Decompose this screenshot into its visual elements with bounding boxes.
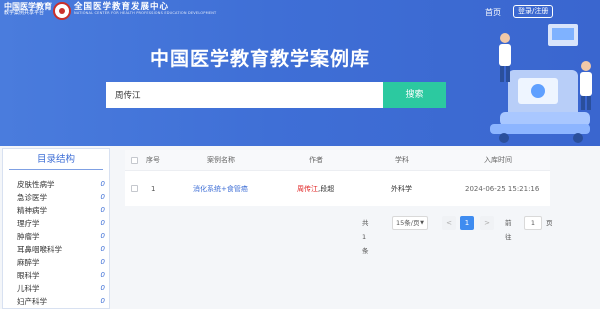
- sidebar-item-ent[interactable]: 耳鼻咽喉科学 0: [3, 243, 109, 256]
- page-size-value: 15条/页: [396, 219, 420, 227]
- sidebar-item-label: 耳鼻咽喉科学: [17, 245, 62, 254]
- sidebar-item-psychiatry[interactable]: 精神病学 0: [3, 204, 109, 217]
- sidebar-item-label: 皮肤性病学: [17, 180, 55, 189]
- sidebar-item-emergency[interactable]: 急诊医学 0: [3, 191, 109, 204]
- search-bar: 搜索: [106, 82, 446, 108]
- sidebar-item-ophthalmology[interactable]: 眼科学 0: [3, 269, 109, 282]
- sidebar-item-obstetrics[interactable]: 妇产科学 0: [3, 295, 109, 308]
- category-list: 皮肤性病学 0 急诊医学 0 精神病学 0 理疗学 0 肿瘤学 0 耳鼻咽喉科学 0 麻醉学…: [3, 170, 109, 308]
- header-banner: 中国医学教育 教学案例共享平台 全国医学教育发展中心 NATIONAL CENT…: [0, 0, 600, 146]
- sidebar-item-label: 理疗学: [17, 219, 40, 228]
- sidebar-item-count: 0: [100, 219, 105, 227]
- hero-title: 中国医学教育教学案例库: [149, 48, 370, 70]
- center-logo-subtitle: NATIONAL CENTER FOR HEALTH PROFESSIONS E…: [74, 11, 217, 16]
- sidebar-item-count: 0: [100, 258, 105, 266]
- platform-logo[interactable]: 中国医学教育 教学案例共享平台: [4, 2, 52, 17]
- select-all-checkbox[interactable]: [131, 156, 138, 164]
- search-button[interactable]: 搜索: [383, 82, 446, 108]
- sidebar-item-label: 急诊医学: [17, 193, 47, 202]
- category-sidebar: 目录结构 皮肤性病学 0 急诊医学 0 精神病学 0 理疗学 0 肿瘤学 0 耳鼻咽喉科学…: [2, 148, 110, 309]
- sidebar-item-dermatology[interactable]: 皮肤性病学 0: [3, 178, 109, 191]
- table-header: 序号 案例名称 作者 学科 入库时间: [125, 150, 550, 171]
- row-checkbox[interactable]: [131, 185, 138, 192]
- chevron-down-icon: ▼: [420, 220, 424, 226]
- row-index: 1: [151, 184, 156, 193]
- header-name[interactable]: 案例名称: [207, 150, 235, 170]
- next-page-button[interactable]: >: [480, 216, 494, 230]
- page-number-button[interactable]: 1: [460, 216, 474, 230]
- pagination-total: 共 1 条: [362, 219, 369, 255]
- author-rest: ,段超: [318, 184, 335, 193]
- center-logo[interactable]: 全国医学教育发展中心 NATIONAL CENTER FOR HEALTH PR…: [74, 2, 217, 16]
- center-emblem-icon: [53, 2, 71, 20]
- header-index: 序号: [146, 156, 160, 164]
- sidebar-item-count: 0: [100, 284, 105, 292]
- row-time: 2024-06-25 15:21:16: [465, 184, 540, 193]
- sidebar-item-label: 儿科学: [17, 284, 40, 293]
- sidebar-item-label: 肿瘤学: [17, 232, 40, 241]
- row-author: 周传江 ,段超: [297, 171, 334, 206]
- nav-home-link[interactable]: 首页: [485, 7, 501, 18]
- header-author[interactable]: 作者: [309, 150, 323, 170]
- search-input[interactable]: [106, 82, 383, 108]
- row-subject: 外科学: [391, 184, 412, 193]
- sidebar-item-count: 0: [100, 232, 105, 240]
- login-register-button[interactable]: 登录/注册: [513, 5, 554, 18]
- sidebar-item-anesthesiology[interactable]: 麻醉学 0: [3, 256, 109, 269]
- sidebar-item-oncology[interactable]: 肿瘤学 0: [3, 230, 109, 243]
- sidebar-item-count: 0: [100, 193, 105, 201]
- sidebar-item-count: 0: [100, 297, 105, 305]
- row-select-cell: [131, 171, 138, 206]
- page-size-select[interactable]: 15条/页 ▼: [392, 216, 428, 230]
- sidebar-title: 目录结构: [9, 149, 103, 170]
- goto-label: 前往: [505, 219, 512, 241]
- header-time[interactable]: 入库时间: [484, 150, 512, 170]
- sidebar-item-label: 精神病学: [17, 206, 47, 215]
- sidebar-item-label: 妇产科学: [17, 297, 47, 306]
- sidebar-item-count: 0: [100, 245, 105, 253]
- platform-logo-subtitle: 教学案例共享平台: [4, 10, 45, 17]
- sidebar-item-label: 眼科学: [17, 271, 40, 280]
- case-table: 序号 案例名称 作者 学科 入库时间 1 消化系统+食管癌 周传江 ,段超 外科学…: [125, 150, 550, 206]
- sidebar-item-physiotherapy[interactable]: 理疗学 0: [3, 217, 109, 230]
- author-highlight: 周传江: [297, 184, 318, 193]
- goto-unit-label: 页: [546, 219, 553, 227]
- table-row[interactable]: 1 消化系统+食管癌 周传江 ,段超 外科学 2024-06-25 15:21:1…: [125, 171, 550, 206]
- header-subject[interactable]: 学科: [395, 150, 409, 170]
- sidebar-item-count: 0: [100, 271, 105, 279]
- prev-page-button[interactable]: <: [442, 216, 456, 230]
- sidebar-item-label: 麻醉学: [17, 258, 40, 267]
- sidebar-item-count: 0: [100, 180, 105, 188]
- sidebar-item-count: 0: [100, 206, 105, 214]
- header-select-cell: [131, 150, 138, 170]
- goto-page-input[interactable]: 1: [524, 216, 542, 230]
- row-case-name-link[interactable]: 消化系统+食管癌: [193, 171, 248, 206]
- medical-illustration-icon: [490, 24, 592, 143]
- sidebar-item-pediatrics[interactable]: 儿科学 0: [3, 282, 109, 295]
